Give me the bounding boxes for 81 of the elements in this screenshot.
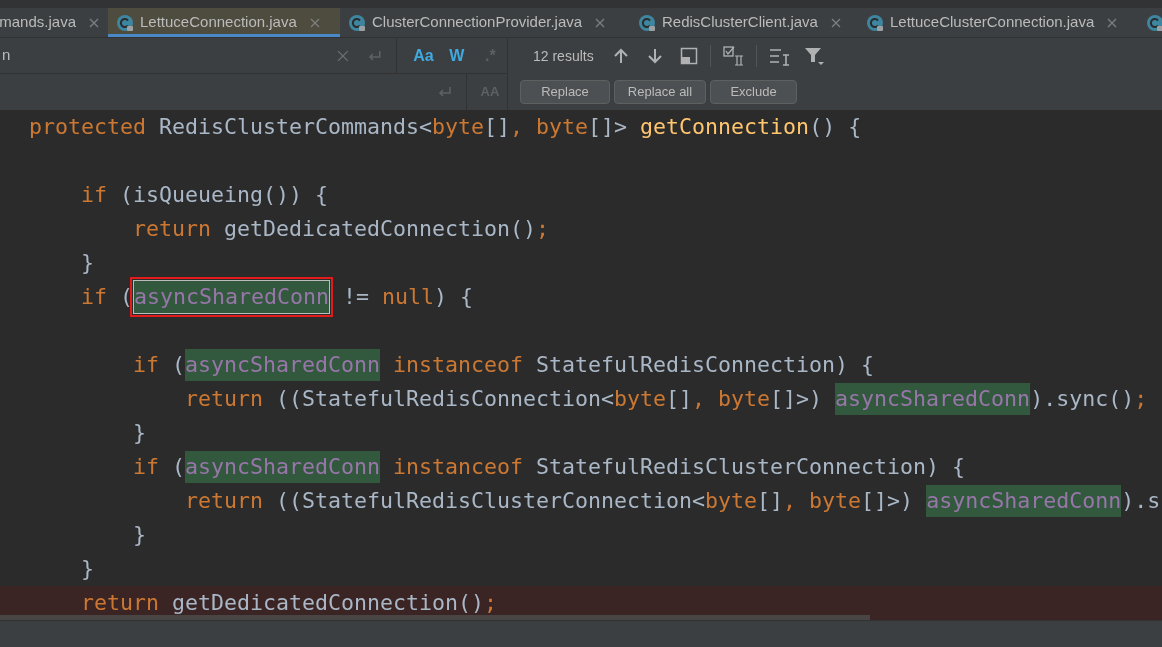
close-icon[interactable] — [308, 16, 321, 29]
close-icon[interactable] — [594, 16, 607, 29]
code-token: getDedicatedConnection() — [172, 588, 485, 617]
code-token: ; — [536, 214, 550, 243]
code-token: []>) — [770, 384, 824, 413]
code-token: ) { — [434, 282, 474, 311]
class-file-icon — [116, 13, 134, 32]
code-token: ( — [120, 282, 134, 311]
class-file-icon — [1146, 13, 1162, 32]
select-occurrences-icon[interactable] — [722, 46, 744, 66]
code-token: getDedicatedConnection() — [224, 214, 537, 243]
code-token: ).s — [1121, 486, 1161, 515]
code-token: []>) — [861, 486, 915, 515]
code-token: if — [81, 282, 107, 311]
code-token: byte — [432, 112, 485, 141]
context-filter-icon[interactable] — [768, 46, 790, 66]
code-token: if — [81, 180, 107, 209]
code-token: ((StatefulRedisClusterConnection< — [276, 486, 706, 515]
code-token: RedisClusterCommands< — [159, 112, 433, 141]
down-arrow-icon[interactable] — [645, 47, 664, 65]
code-token: instanceof — [393, 452, 524, 481]
clear-icon[interactable] — [336, 48, 351, 63]
code-token: byte — [614, 384, 667, 413]
code-token: return — [81, 588, 159, 617]
code-token: , — [692, 384, 707, 413]
search-match: asyncSharedConn — [835, 382, 1031, 416]
action-button[interactable]: Exclude — [710, 80, 797, 104]
search-field[interactable]: n — [2, 44, 327, 67]
code-token: byte — [718, 384, 771, 413]
close-icon[interactable] — [829, 16, 842, 29]
code-token: instanceof — [393, 350, 524, 379]
code-token: protected — [29, 112, 146, 141]
class-file-icon — [866, 13, 884, 32]
code-token: ; — [1134, 384, 1148, 413]
code-token: null — [382, 282, 435, 311]
code-token: , — [783, 486, 798, 515]
editor-tab[interactable]: LettuceConnection.java — [108, 8, 340, 37]
filter-icon[interactable] — [803, 46, 824, 66]
code-token: [] — [757, 486, 784, 515]
code-token: } — [133, 520, 146, 549]
window-icon[interactable] — [679, 47, 698, 65]
code-token: byte — [705, 486, 758, 515]
results-count: 12 results — [533, 46, 594, 66]
action-button[interactable]: Replace all — [614, 80, 706, 104]
code-token: ( — [172, 452, 186, 481]
code-token: [] — [484, 112, 511, 141]
class-file-icon — [638, 13, 656, 32]
search-match: asyncSharedConn — [133, 279, 331, 315]
search-match: asyncSharedConn — [185, 450, 381, 484]
toggle-button[interactable]: W — [440, 43, 474, 68]
code-token: return — [185, 384, 263, 413]
code-token: } — [133, 418, 146, 447]
code-token: ).sync() — [1030, 384, 1135, 413]
close-icon[interactable] — [88, 16, 100, 29]
code-token: getConnection — [640, 112, 810, 141]
code-token: [] — [666, 384, 693, 413]
code-token: } — [81, 248, 94, 277]
search-match: asyncSharedConn — [926, 484, 1122, 518]
code-token: ((StatefulRedisConnection< — [276, 384, 615, 413]
class-file-icon — [348, 13, 366, 32]
code-token: != — [343, 282, 371, 311]
search-match: asyncSharedConn — [185, 348, 381, 382]
code-token: , — [510, 112, 525, 141]
code-token: StatefulRedisConnection) { — [536, 350, 875, 379]
code-token: if — [133, 452, 159, 481]
code-token: (isQueueing()) { — [120, 180, 329, 209]
action-button[interactable]: Replace — [520, 80, 610, 104]
horizontal-scrollbar[interactable] — [0, 615, 870, 620]
code-token: () { — [809, 112, 862, 141]
code-token: } — [81, 554, 94, 583]
code-token: StatefulRedisClusterConnection) { — [536, 452, 966, 481]
code-token: byte — [536, 112, 589, 141]
code-token: byte — [809, 486, 862, 515]
close-icon[interactable] — [1106, 16, 1119, 29]
code-token: return — [133, 214, 211, 243]
toggle-button[interactable]: Aa — [406, 43, 441, 68]
code-token: return — [185, 486, 263, 515]
code-token: ( — [172, 350, 186, 379]
code-token: ; — [484, 588, 498, 617]
code-token: if — [133, 350, 159, 379]
code-token: []> — [588, 112, 629, 141]
